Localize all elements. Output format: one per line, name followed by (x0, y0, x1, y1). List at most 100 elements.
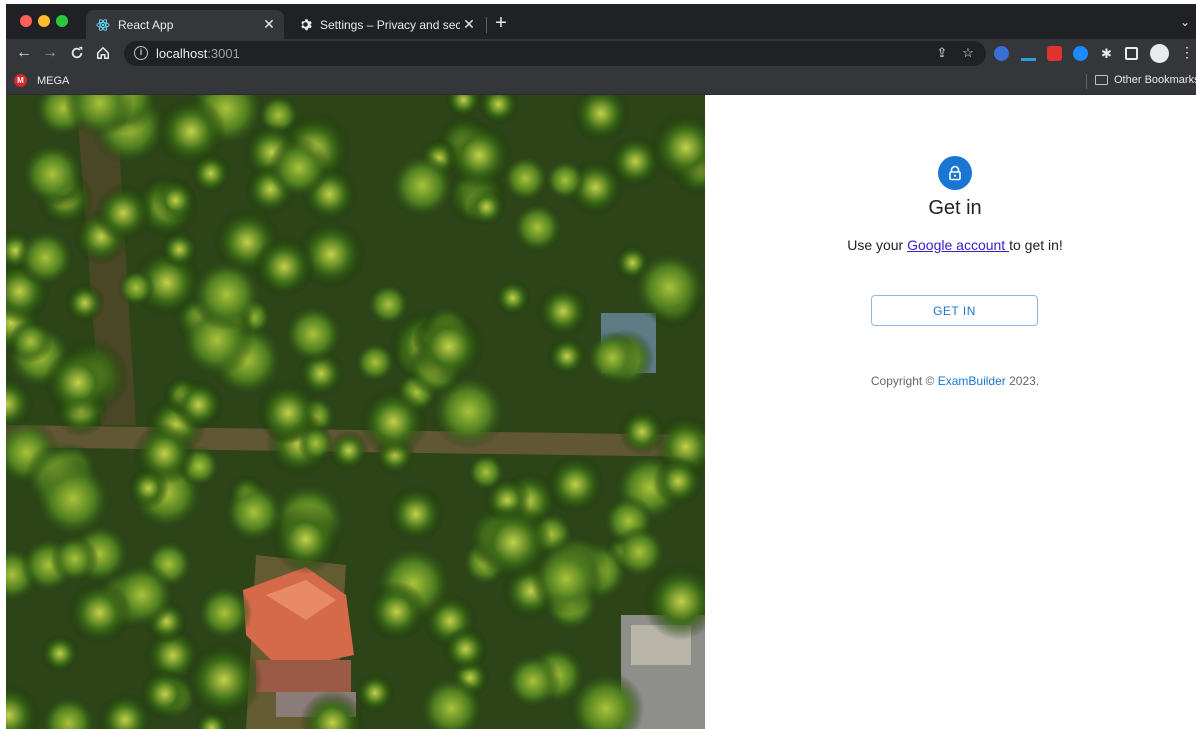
profile-avatar[interactable] (1150, 44, 1169, 63)
page-viewport: Get in Use your Google account to get in… (6, 95, 1196, 729)
extension-4-icon[interactable] (1073, 46, 1088, 61)
palm-tree-crown (355, 672, 396, 713)
tab-title: React App (118, 17, 174, 32)
palm-tree-crown (389, 152, 456, 219)
palm-tree-crown (33, 459, 113, 539)
palm-tree-crown (154, 179, 197, 222)
bookmark-star-icon[interactable]: ☆ (960, 45, 976, 61)
palm-tree-crown (652, 455, 704, 507)
tab-strip: React App ✕ Settings – Privacy and secur… (6, 4, 1196, 39)
palm-tree-crown (444, 121, 514, 190)
bookmarks-divider (1086, 74, 1087, 89)
google-account-link[interactable]: Google account (907, 237, 1009, 253)
tab-settings[interactable]: Settings – Privacy and security ✕ (288, 10, 484, 39)
close-tab-icon[interactable]: ✕ (260, 16, 278, 34)
palm-tree-crown (256, 380, 320, 445)
other-bookmarks-label: Other Bookmarks (1114, 74, 1196, 86)
url-port: :3001 (207, 46, 240, 61)
extension-2-icon[interactable] (1021, 46, 1036, 61)
tab-react-app[interactable]: React App ✕ (86, 10, 284, 39)
palm-tree-crown (66, 580, 133, 646)
instructions-prefix: Use your (847, 237, 908, 253)
copyright-suffix: 2023. (1005, 374, 1040, 388)
palm-tree-crown (8, 319, 53, 364)
gear-icon (298, 18, 312, 32)
signin-instructions: Use your Google account to get in! (705, 237, 1196, 253)
other-bookmarks-folder[interactable]: Other Bookmarks (1095, 74, 1196, 86)
palm-tree-crown (505, 653, 561, 710)
extensions-puzzle-icon[interactable]: ✱ (1099, 46, 1114, 61)
palm-tree-crown (173, 379, 225, 431)
close-tab-icon[interactable]: ✕ (460, 16, 478, 34)
forward-button[interactable]: → (40, 43, 60, 63)
menu-more-icon[interactable]: ⋮ (1180, 44, 1194, 60)
share-icon[interactable]: ⇪ (934, 45, 950, 61)
reload-icon (71, 46, 83, 59)
palm-tree-crown (50, 534, 99, 583)
aerial-palm-forest-image (6, 95, 705, 729)
palm-tree-crown (544, 159, 586, 201)
lock-avatar (938, 156, 972, 190)
signin-panel: Get in Use your Google account to get in… (705, 95, 1196, 729)
palm-tree-crown (366, 581, 427, 642)
palm-tree-crown (494, 279, 532, 317)
palm-tree-crown (387, 485, 445, 543)
home-button[interactable] (93, 43, 113, 63)
site-info-icon[interactable]: i (134, 46, 148, 60)
palm-tree-crown (43, 347, 113, 418)
extension-1-icon[interactable] (994, 46, 1009, 61)
palm-tree-crown (20, 142, 85, 207)
palm-tree-crown (467, 453, 505, 492)
tab-title: Settings – Privacy and security (320, 17, 460, 32)
browser-toolbar: ← → i localhost:3001 ⇪ ☆ ✱ ⋮ (6, 39, 1196, 68)
palm-tree-crown (253, 235, 316, 298)
palm-tree-crown (466, 187, 506, 227)
tab-divider (486, 17, 487, 33)
palm-tree-crown (545, 454, 606, 515)
close-window-button[interactable] (20, 15, 32, 27)
react-icon (96, 18, 110, 32)
get-in-button[interactable]: GET IN (871, 295, 1038, 326)
palm-tree-crown (536, 284, 590, 338)
bookmarks-bar: M MEGA Other Bookmarks (6, 68, 1196, 95)
palm-tree-crown (190, 258, 263, 331)
copyright-text: Copyright © ExamBuilder 2023. (705, 374, 1196, 388)
palm-tree-crown (127, 467, 169, 509)
palm-tree-crown (196, 584, 253, 641)
maximize-window-button[interactable] (56, 15, 68, 27)
palm-tree-crown (412, 309, 486, 383)
palm-tree-crown (442, 626, 489, 672)
palm-tree-crown (612, 525, 667, 579)
palm-tree-crown (223, 481, 285, 543)
palm-tree-crown (632, 250, 705, 325)
side-panel-icon[interactable] (1125, 47, 1138, 60)
instructions-suffix: to get in! (1009, 237, 1063, 253)
reload-button[interactable] (67, 43, 87, 63)
mega-icon: M (14, 74, 27, 87)
minimize-window-button[interactable] (38, 15, 50, 27)
new-tab-button[interactable]: + (492, 13, 510, 33)
extension-3-icon[interactable] (1047, 46, 1062, 61)
palm-tree-crown (190, 152, 232, 194)
bookmark-mega[interactable]: M MEGA (14, 74, 69, 87)
palm-tree-crown (268, 137, 330, 199)
url-text: localhost:3001 (156, 46, 240, 61)
exambuilder-link[interactable]: ExamBuilder (938, 374, 1006, 388)
palm-tree-crown (184, 641, 263, 719)
palm-tree-crown (283, 304, 344, 364)
browser-window: React App ✕ Settings – Privacy and secur… (6, 4, 1196, 729)
palm-tree-crown (117, 269, 155, 307)
back-button[interactable]: ← (14, 43, 34, 63)
palm-tree-crown (586, 331, 639, 384)
lock-icon (949, 165, 961, 181)
palm-tree-crown (139, 668, 191, 720)
tab-search-chevron-icon[interactable]: ⌄ (1180, 15, 1190, 29)
palm-tree-crown (16, 228, 75, 287)
folder-icon (1095, 75, 1108, 85)
address-bar[interactable]: i localhost:3001 ⇪ ☆ (124, 41, 986, 66)
bookmark-label: MEGA (37, 74, 70, 87)
palm-tree-crown (530, 543, 602, 615)
url-host: localhost (156, 46, 208, 61)
palm-tree-crown (94, 183, 153, 243)
palm-tree-crown (64, 282, 105, 324)
